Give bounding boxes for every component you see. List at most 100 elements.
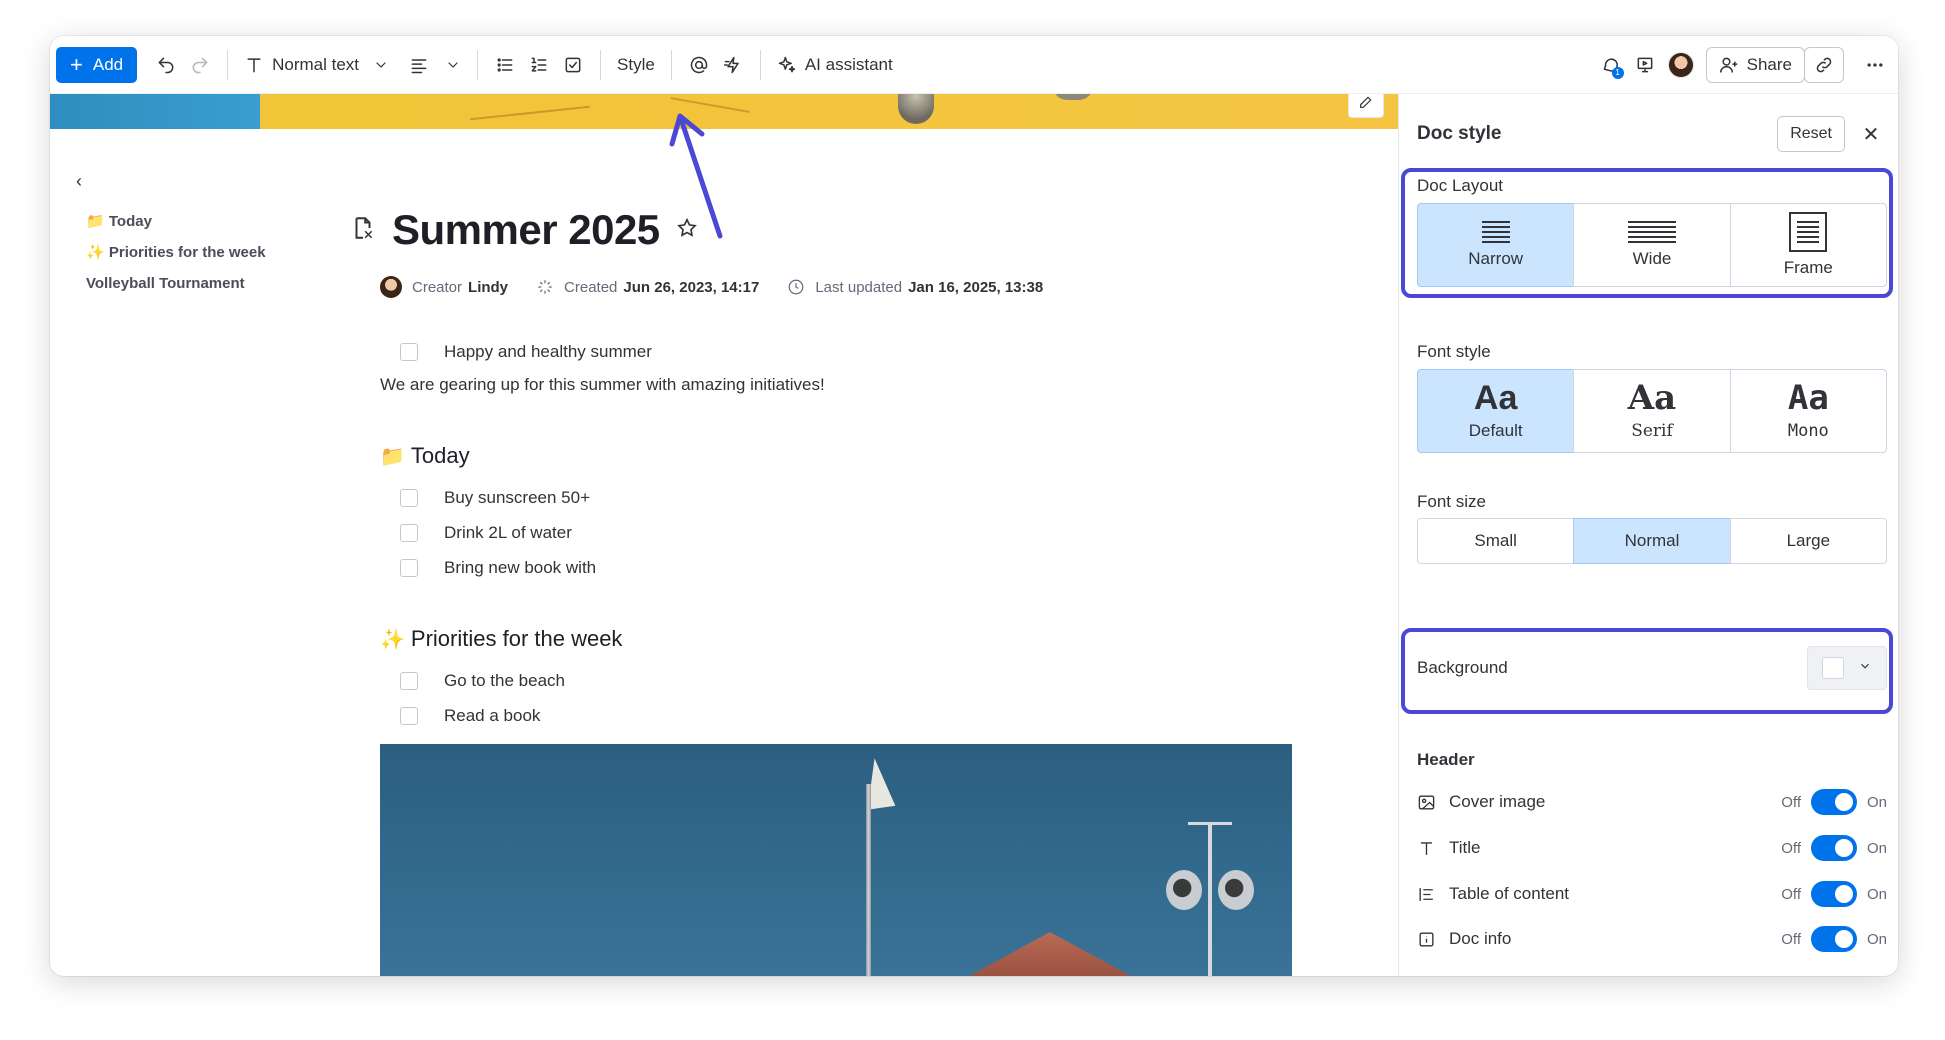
font-sample: Aa [1787,378,1829,418]
align-dropdown[interactable] [403,47,467,83]
more-options-button[interactable] [1858,47,1892,83]
checkbox[interactable] [400,559,418,577]
font-size-large[interactable]: Large [1729,518,1887,564]
creator-name[interactable]: Lindy [468,279,508,296]
toggle-off-label: Off [1781,885,1801,903]
avatar [1667,51,1694,78]
reset-button[interactable]: Reset [1777,116,1845,152]
toc-item-today[interactable]: 📁 Today [86,206,266,237]
doc-image[interactable] [380,744,1292,976]
panel-header: Doc style Reset ✕ [1417,116,1881,152]
share-button[interactable]: Share [1705,46,1805,83]
section-heading-priorities[interactable]: ✨ Priorities for the week [380,626,622,652]
doc-icon [350,215,376,246]
automation-button[interactable] [716,47,750,83]
list-item-text[interactable]: Go to the beach [444,671,565,691]
mention-button[interactable] [682,47,716,83]
font-option-default[interactable]: Aa Default [1417,369,1575,453]
add-button-label: Add [92,54,124,74]
section-heading-text: Today [410,443,470,468]
toc-item-volleyball[interactable]: Volleyball Tournament [86,268,266,299]
checkbox[interactable] [400,672,418,690]
chevron-left-icon: ‹ [76,171,82,191]
narrow-layout-icon [1481,221,1510,243]
list-item-text[interactable]: Buy sunscreen 50+ [444,488,590,508]
background-color-picker[interactable] [1807,646,1887,690]
list-item: Drink 2L of water [400,523,572,543]
checkbox[interactable] [400,343,418,361]
image-icon [1417,793,1439,812]
intro-paragraph[interactable]: We are gearing up for this summer with a… [380,375,825,395]
font-sample: Aa [1473,379,1518,417]
title-toggle[interactable] [1810,835,1857,861]
list-item-text[interactable]: Read a book [444,706,540,726]
photo-roof [940,932,1160,976]
text-style-dropdown[interactable]: Normal text [238,47,395,83]
wide-layout-icon [1627,221,1676,243]
toggle-label: Title [1449,838,1481,857]
font-size-normal[interactable]: Normal [1573,518,1731,564]
ai-assistant-label: AI assistant [804,54,893,74]
numbered-list-button[interactable] [522,47,556,83]
chevron-down-icon [376,61,386,68]
doc-title-row: Summer 2025 [350,206,698,254]
checkbox[interactable] [400,707,418,725]
table-of-content-toggle[interactable] [1810,881,1857,907]
toggle-on-label: On [1866,930,1887,948]
list-item-text[interactable]: Happy and healthy summer [444,342,652,362]
doc-info-toggle[interactable] [1810,926,1857,952]
layout-option-frame[interactable]: Frame [1729,203,1887,287]
collapse-toc-button[interactable]: ‹ [76,171,82,192]
style-button[interactable]: Style [611,47,661,83]
add-user-icon [1719,57,1737,73]
checkbox[interactable] [400,524,418,542]
list-item-text[interactable]: Drink 2L of water [444,523,572,543]
list-item: Bring new book with [400,558,596,578]
present-button[interactable] [1628,47,1662,83]
redo-button[interactable] [183,47,217,83]
photo-mast [1208,824,1212,976]
app-window: + Add Normal text Style AI assistant 1 S… [50,36,1898,976]
chevron-down-icon [1858,659,1872,678]
toc-item-label: Today [108,213,152,230]
layout-option-narrow[interactable]: Narrow [1417,203,1575,287]
updates-button[interactable]: 1 [1594,47,1628,83]
undo-icon [158,57,174,73]
list-item: Buy sunscreen 50+ [400,488,590,508]
doc-style-panel: Doc style Reset ✕ Doc Layout Narrow Wide [1398,94,1898,976]
color-swatch [1822,657,1844,679]
sparkles-icon: ✨ [380,628,405,651]
plus-icon: + [70,51,83,77]
section-heading-today[interactable]: 📁 Today [380,443,470,469]
copy-link-button[interactable] [1804,46,1844,83]
close-icon[interactable]: ✕ [1861,122,1881,147]
font-option-label: Serif [1631,421,1673,441]
undo-button[interactable] [149,47,183,83]
numbered-list-icon [531,57,547,72]
font-option-serif[interactable]: Aa Serif [1573,369,1731,453]
list-item: Happy and healthy summer [400,342,652,362]
doc-title[interactable]: Summer 2025 [392,206,660,254]
align-left-icon [411,58,427,73]
checklist-button[interactable] [556,47,590,83]
redo-icon [192,57,208,73]
font-option-mono[interactable]: Aa Mono [1729,369,1887,453]
toc-item-priorities[interactable]: ✨ Priorities for the week [86,237,266,268]
font-style-options: Aa Default Aa Serif Aa Mono [1417,369,1887,453]
user-avatar-button[interactable] [1662,47,1700,83]
toolbar-divider [600,49,602,80]
ai-assistant-button[interactable]: AI assistant [771,47,899,83]
cover-image-toggle[interactable] [1810,789,1857,815]
toggle-off-label: Off [1781,793,1801,811]
add-button[interactable]: + Add [56,46,138,83]
bullet-list-icon [497,57,513,72]
toggle-row-title: Title Off On [1417,833,1887,863]
list-item-text[interactable]: Bring new book with [444,558,596,578]
list-item: Read a book [400,706,540,726]
doc-layout-options: Narrow Wide Frame [1417,203,1887,287]
font-size-small[interactable]: Small [1417,518,1575,564]
bullet-list-button[interactable] [488,47,522,83]
checkbox[interactable] [400,489,418,507]
at-sign-icon [690,56,708,73]
layout-option-wide[interactable]: Wide [1573,203,1731,287]
